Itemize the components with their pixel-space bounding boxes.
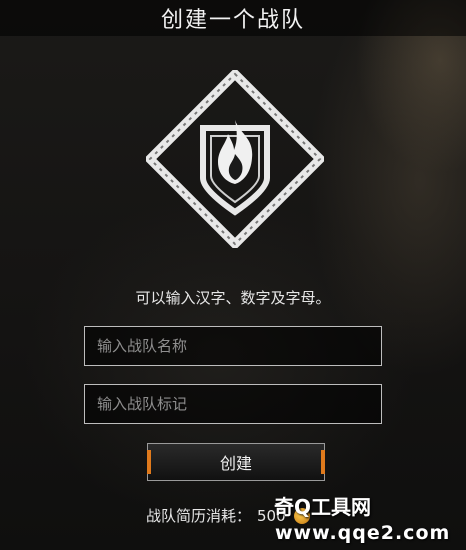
team-name-input[interactable] <box>84 326 382 366</box>
watermark-name: 奇Q工具网 <box>274 495 372 519</box>
team-emblem <box>146 70 324 248</box>
create-button-label: 创建 <box>219 454 252 473</box>
button-accent-right <box>321 450 325 474</box>
team-tag-input[interactable] <box>84 384 382 424</box>
cost-label: 战队简历消耗： <box>146 507 252 525</box>
button-accent-left <box>147 450 151 474</box>
watermark-url: www.qqe2.com <box>275 522 451 544</box>
page-title: 创建一个战队 <box>160 8 305 33</box>
title-bar: 创建一个战队 <box>0 0 466 36</box>
input-hint: 可以输入汉字、数字及字母。 <box>135 289 331 307</box>
create-button[interactable]: 创建 <box>147 443 325 481</box>
